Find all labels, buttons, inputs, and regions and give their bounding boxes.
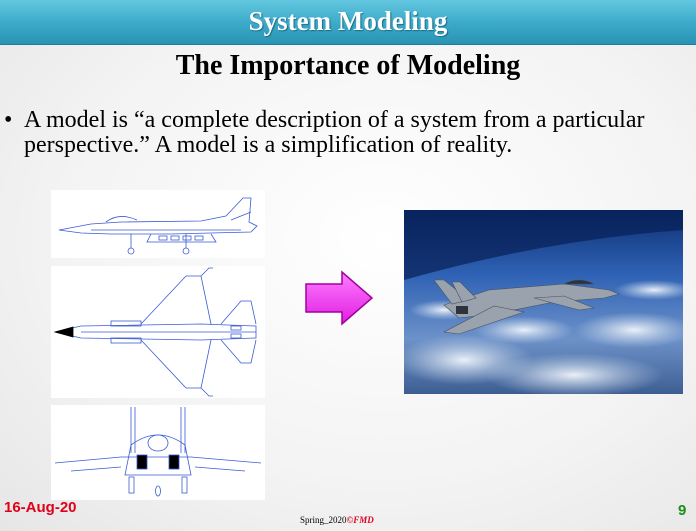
- header-bar: System Modeling: [0, 0, 696, 45]
- bullet-symbol: •: [4, 107, 13, 133]
- page-number: 9: [678, 502, 687, 519]
- blueprint-front-view: [51, 405, 265, 500]
- header-title: System Modeling: [248, 6, 448, 36]
- footer-course-label: Spring_2020©FMD: [300, 515, 374, 525]
- right-arrow-icon: [302, 270, 376, 326]
- blueprint-side-view: [51, 190, 265, 258]
- bullet-point: • A model is “a complete description of …: [4, 108, 690, 158]
- slide-title: The Importance of Modeling: [175, 50, 521, 81]
- jet-photo: [404, 210, 683, 394]
- blueprint-top-view: [51, 266, 265, 398]
- bullet-text: A model is “a complete description of a …: [24, 107, 645, 158]
- footer-brand: FMD: [353, 515, 374, 525]
- footer-date: 16-Aug-20: [4, 499, 77, 516]
- footer-course-prefix: Spring_2020: [300, 515, 347, 525]
